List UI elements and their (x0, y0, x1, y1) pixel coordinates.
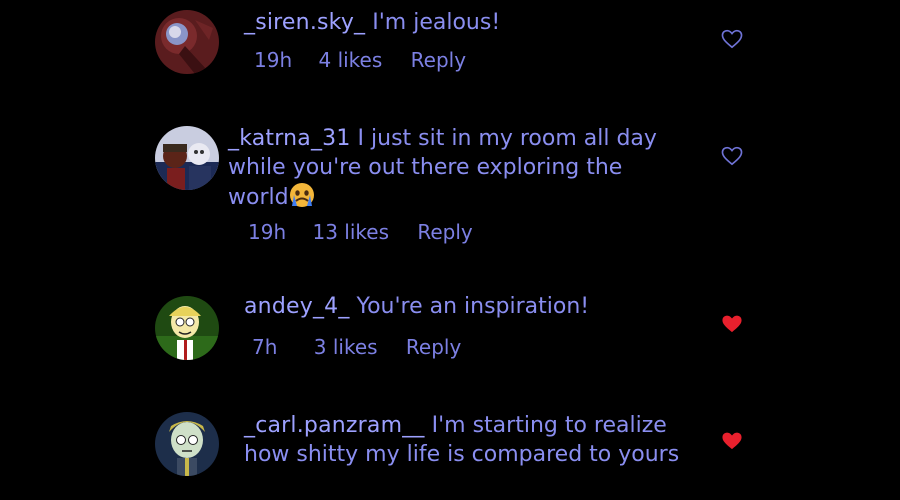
comment-meta: 7h 3 likes Reply (252, 335, 461, 359)
comment-username[interactable]: _siren.sky_ (244, 10, 365, 35)
user-avatar[interactable] (155, 126, 219, 190)
reply-button[interactable]: Reply (417, 220, 472, 244)
comment-meta: 19h 4 likes Reply (254, 48, 466, 72)
user-avatar[interactable] (155, 296, 219, 360)
heart-filled-icon[interactable] (721, 314, 743, 334)
comment-text: I'm jealous! (372, 10, 501, 35)
comment-username[interactable]: _katrna_31 (228, 126, 351, 151)
heart-outline-icon[interactable] (721, 146, 743, 166)
comment-time: 19h (248, 220, 287, 244)
reply-button[interactable]: Reply (406, 335, 461, 359)
crying-face-emoji (289, 183, 314, 207)
user-avatar[interactable] (155, 10, 219, 74)
comment-username[interactable]: _carl.panzram__ (244, 413, 425, 438)
heart-filled-icon[interactable] (721, 431, 743, 451)
comment-body: _katrna_31 I just sit in my room all day… (228, 124, 688, 212)
comment-meta: 19h 13 likes Reply (248, 220, 473, 244)
comment-time: 7h (252, 335, 278, 359)
reply-button[interactable]: Reply (411, 48, 466, 72)
comment-text: You're an inspiration! (356, 294, 590, 319)
comment-body: _carl.panzram__ I'm starting to realize … (244, 411, 684, 469)
comment-likes[interactable]: 13 likes (312, 220, 389, 244)
heart-outline-icon[interactable] (721, 29, 743, 49)
comment-time: 19h (254, 48, 293, 72)
comment-username[interactable]: andey_4_ (244, 294, 350, 319)
comment-body: andey_4_ You're an inspiration! (244, 292, 694, 321)
user-avatar[interactable] (155, 412, 219, 476)
comment-likes[interactable]: 4 likes (318, 48, 382, 72)
comment-body: _siren.sky_ I'm jealous! (244, 8, 694, 37)
comment-likes[interactable]: 3 likes (314, 335, 378, 359)
